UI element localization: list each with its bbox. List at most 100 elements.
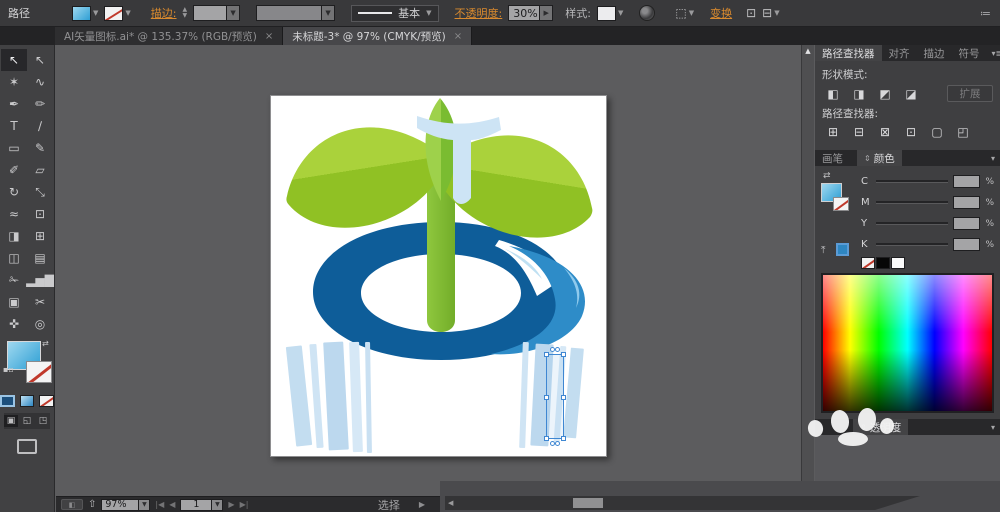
type-tool[interactable]: T [1,115,27,137]
chevron-down-icon[interactable]: ▼ [426,9,431,17]
channel-slider[interactable] [876,201,949,204]
canvas-area[interactable] [56,45,800,481]
chevron-down-icon[interactable]: ▼ [689,9,694,17]
prev-artboard-icon[interactable]: ◀ [169,500,175,509]
scroll-left-icon[interactable]: ◀ [448,499,453,507]
stroke-proxy[interactable] [833,197,849,211]
hand-tool[interactable]: ✜ [1,313,27,335]
channel-slider[interactable] [876,222,949,225]
minus-back-icon[interactable]: ◰ [952,124,974,140]
chevron-down-icon[interactable]: ▼ [774,9,779,17]
panel-menu-icon[interactable]: ▾ [986,150,1000,166]
channel-value-field[interactable] [953,196,981,209]
channel-slider[interactable] [876,180,949,183]
rotate-tool[interactable]: ↻ [1,181,27,203]
swap-fill-stroke-icon[interactable]: ⇄ [823,171,831,181]
crop-icon[interactable]: ⊡ [900,124,922,140]
distribute-icon[interactable]: ⊟ [762,6,772,20]
document-tab-active[interactable]: 未标题-3* @ 97% (CMYK/预览) × [283,27,473,45]
magic-wand-tool[interactable]: ✶ [1,71,27,93]
stroke-link[interactable]: 描边: [151,5,177,21]
default-fill-stroke-icon[interactable]: ▪▫ [3,365,14,374]
slice-tool[interactable]: ✂ [27,291,53,313]
anchor-handle[interactable] [544,352,549,357]
recolor-artwork-icon[interactable] [639,5,656,21]
draw-inside-icon[interactable]: ◳ [36,415,50,427]
select-similar-icon[interactable]: ⬚ [675,6,686,20]
selection-tool[interactable]: ↖ [1,49,27,71]
distribute-control[interactable]: ⊟ ▼ [762,6,779,20]
black-swatch[interactable] [876,257,890,269]
draw-behind-icon[interactable]: ◱ [20,415,34,427]
direct-selection-tool[interactable]: ↖ [27,49,53,71]
anchor-handle[interactable] [561,436,566,441]
chevron-down-icon[interactable]: ▼ [125,9,130,17]
stroke-weight-control[interactable]: ▼ [193,5,241,21]
tab-color[interactable]: ⇕ 颜色 [857,150,902,166]
scroll-up-icon[interactable]: ▲ [802,47,814,55]
zoom-value[interactable]: 97% [101,498,140,511]
pencil-tool[interactable]: ✐ [1,159,27,181]
panel-menu-icon[interactable]: ▾≣ [987,45,1000,61]
chevron-down-icon[interactable]: ▼ [618,9,623,17]
close-icon[interactable]: × [454,31,462,42]
close-icon[interactable]: × [265,31,273,42]
stroke-weight-stepper[interactable]: ▲ ▼ [183,7,188,19]
color-spectrum[interactable] [821,273,994,413]
width-tool[interactable]: ≈ [1,203,27,225]
horizontal-scrollbar[interactable]: ◀ [445,496,920,510]
scale-tool[interactable]: ⤡ [27,181,53,203]
zoom-control[interactable]: 97% ▼ [101,498,151,511]
tab-brushes[interactable]: 画笔 [815,150,857,166]
unite-icon[interactable]: ◧ [822,86,844,102]
status-expand-icon[interactable]: ▶ [419,500,425,509]
artboard-nav-control[interactable]: 1 ▼ [180,498,224,511]
artboard-number[interactable]: 1 [180,498,213,511]
swap-fill-stroke-icon[interactable]: ⇄ [42,339,49,348]
perspective-grid-tool[interactable]: ⊞ [27,225,53,247]
transform-link[interactable]: 变换 [710,5,732,21]
trim-icon[interactable]: ⊟ [848,124,870,140]
select-similar-control[interactable]: ⬚ ▼ [675,6,694,20]
stroke-color-control[interactable]: ▼ [104,5,131,21]
align-icon[interactable]: ⊡ [746,6,756,20]
anchor-handle[interactable] [561,395,566,400]
chevron-right-icon[interactable]: ▶ [540,5,554,21]
document-tab[interactable]: AI矢量图标.ai* @ 135.37% (RGB/预览) × [55,27,284,45]
channel-value-field[interactable] [953,217,981,230]
channel-slider[interactable] [876,243,949,246]
outline-icon[interactable]: ▢ [926,124,948,140]
opacity-link[interactable]: 不透明度: [455,5,503,21]
blob-brush-tool[interactable]: ✏ [27,93,53,115]
brush-definition-control[interactable]: 基本 ▼ [351,4,439,22]
minus-front-icon[interactable]: ◨ [848,86,870,102]
color-button[interactable] [0,395,15,407]
mesh-tool[interactable]: ◫ [1,247,27,269]
channel-value-field[interactable] [953,175,981,188]
stroke-proxy[interactable] [26,361,52,383]
tab-pathfinder[interactable]: 路径查找器 [815,45,882,61]
lasso-tool[interactable]: ∿ [27,71,53,93]
none-button[interactable] [39,395,55,407]
next-artboard-icon[interactable]: ▶ [228,500,234,509]
status-toggle-icon[interactable]: ◧ [61,499,83,510]
zoom-tool[interactable]: ◎ [27,313,53,335]
opacity-control[interactable]: 30% ▶ [508,5,554,21]
draw-normal-icon[interactable]: ▣ [4,415,18,427]
line-segment-tool[interactable]: ∕ [27,115,53,137]
chevron-down-icon[interactable]: ▼ [93,9,98,17]
shape-builder-tool[interactable]: ◨ [1,225,27,247]
opacity-field[interactable]: 30% [508,5,541,21]
stroke-weight-field[interactable] [193,5,228,21]
vertical-scrollbar[interactable]: ▲ [801,45,814,481]
style-control[interactable]: ▼ [596,5,623,21]
screen-mode-button[interactable] [17,439,37,454]
paintbrush-tool[interactable]: ✎ [27,137,53,159]
eyedropper-tool[interactable]: ✁ [1,269,27,291]
none-swatch[interactable] [861,257,875,269]
stroke-swatch[interactable] [104,5,124,21]
chevron-down-icon[interactable]: ▼ [322,5,336,21]
artboard[interactable] [270,95,607,457]
anchor-handle[interactable] [544,395,549,400]
white-swatch[interactable] [891,257,905,269]
